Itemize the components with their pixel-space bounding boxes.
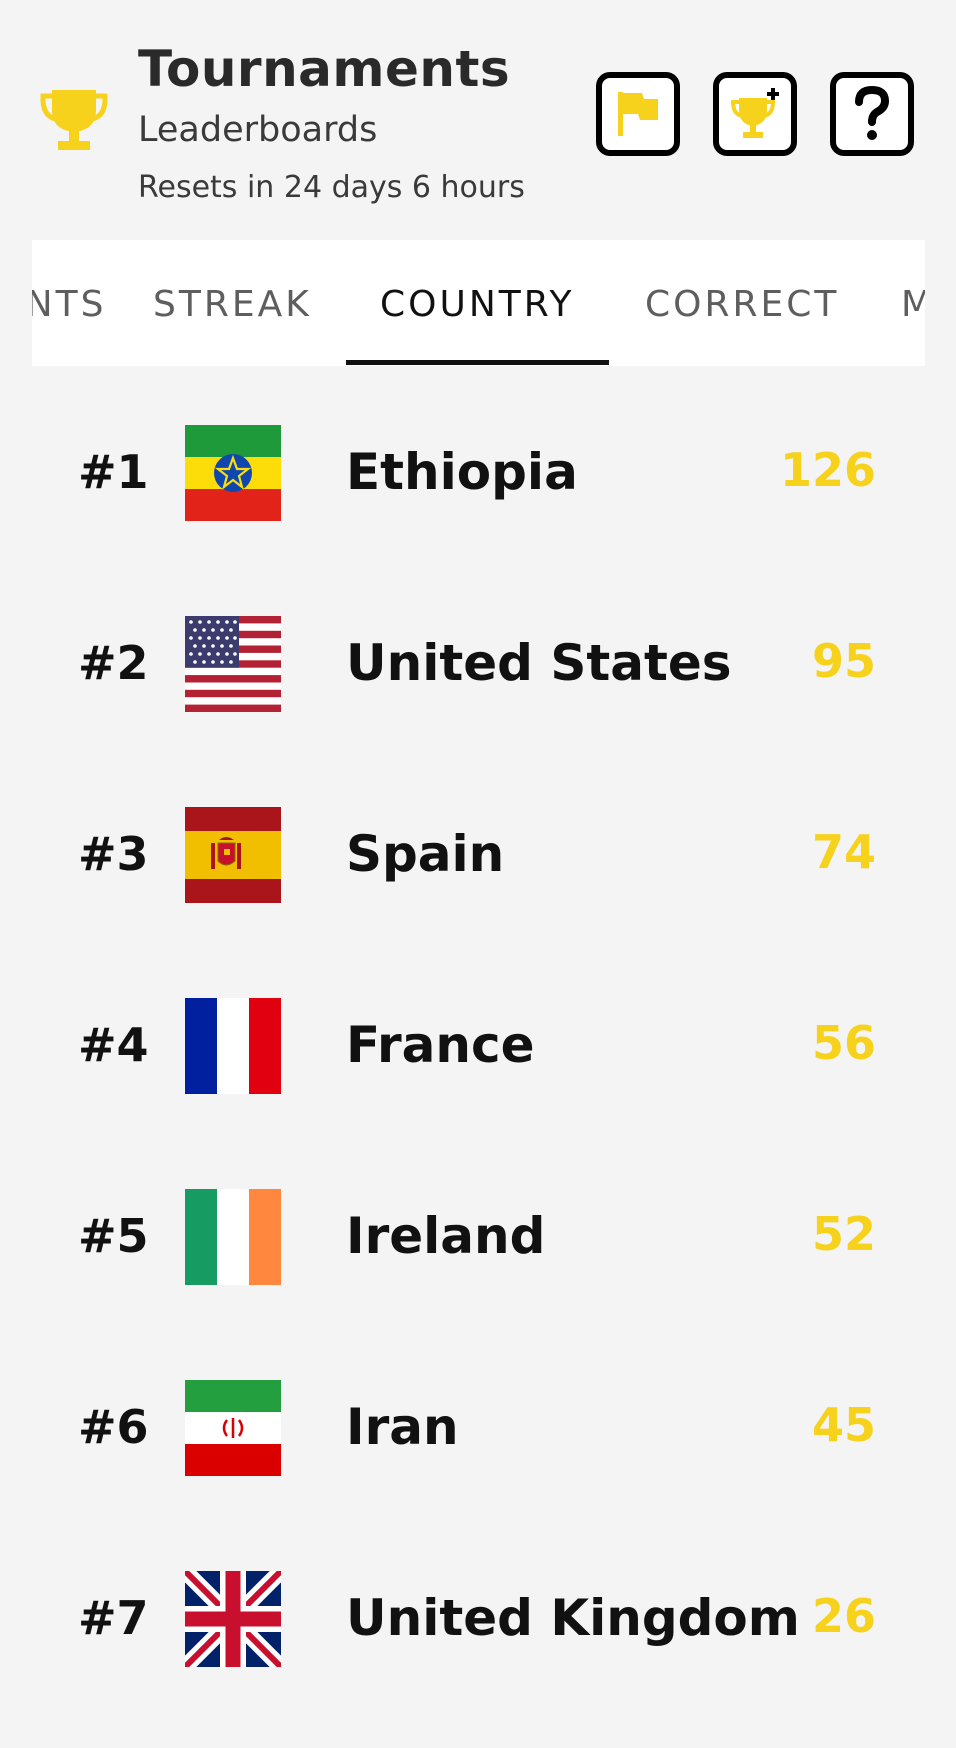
country-name: Spain xyxy=(346,825,505,883)
trophy-icon xyxy=(40,90,108,150)
france-flag-icon xyxy=(185,998,281,1094)
usa-flag-icon xyxy=(185,616,281,712)
score: 52 xyxy=(811,1207,876,1261)
flag-icon xyxy=(618,92,658,136)
leaderboard-row[interactable]: #6 Iran 45 xyxy=(0,1377,956,1477)
rank: #7 xyxy=(78,1591,149,1645)
header: Tournaments Leaderboards Resets in 24 da… xyxy=(0,0,956,230)
leaderboard-row[interactable]: #3 Spain 74 xyxy=(0,804,956,904)
rank: #5 xyxy=(78,1209,149,1263)
score: 74 xyxy=(811,825,876,879)
tab-points[interactable]: POINTS xyxy=(32,240,106,366)
tab-country[interactable]: COUNTRY xyxy=(380,240,574,366)
rank: #1 xyxy=(78,445,149,499)
country-flag-button[interactable] xyxy=(596,72,680,156)
trophy-plus-icon xyxy=(730,88,779,138)
tab-correct[interactable]: CORRECT xyxy=(645,240,839,366)
score: 95 xyxy=(811,634,876,688)
country-name: Ethiopia xyxy=(346,443,578,501)
help-button[interactable] xyxy=(830,72,914,156)
score: 56 xyxy=(811,1016,876,1070)
tab-streak[interactable]: STREAK xyxy=(153,240,312,366)
ethiopia-flag-icon xyxy=(185,425,281,521)
page-title: Tournaments xyxy=(138,40,511,98)
country-name: United Kingdom xyxy=(346,1589,800,1647)
ireland-flag-icon xyxy=(185,1189,281,1285)
country-name: Iran xyxy=(346,1398,459,1456)
page-subtitle: Leaderboards xyxy=(138,110,378,150)
rank: #4 xyxy=(78,1018,149,1072)
leaderboard-row[interactable]: #2 United States 95 xyxy=(0,613,956,713)
rank: #3 xyxy=(78,827,149,881)
uk-flag-icon xyxy=(185,1571,281,1667)
country-name: France xyxy=(346,1016,535,1074)
iran-flag-icon xyxy=(185,1380,281,1476)
tab-bar: POINTS STREAK COUNTRY CORRECT MOST xyxy=(32,240,925,366)
leaderboard-row[interactable]: #7 United Kingdom 26 xyxy=(0,1568,956,1668)
rank: #2 xyxy=(78,636,149,690)
leaderboard-row[interactable]: #5 Ireland 52 xyxy=(0,1186,956,1286)
score: 126 xyxy=(779,443,876,497)
create-tournament-button[interactable] xyxy=(713,72,797,156)
active-tab-indicator xyxy=(346,360,609,365)
score: 45 xyxy=(811,1398,876,1452)
country-name: United States xyxy=(346,634,732,692)
question-icon xyxy=(855,86,890,140)
leaderboard-row[interactable]: #4 France 56 xyxy=(0,995,956,1095)
rank: #6 xyxy=(78,1400,149,1454)
spain-flag-icon xyxy=(185,807,281,903)
country-name: Ireland xyxy=(346,1207,546,1265)
tab-most[interactable]: MOST xyxy=(901,240,925,366)
reset-timer: Resets in 24 days 6 hours xyxy=(138,170,525,205)
leaderboard-row[interactable]: #1 Ethiopia 126 xyxy=(0,422,956,522)
score: 26 xyxy=(811,1589,876,1643)
